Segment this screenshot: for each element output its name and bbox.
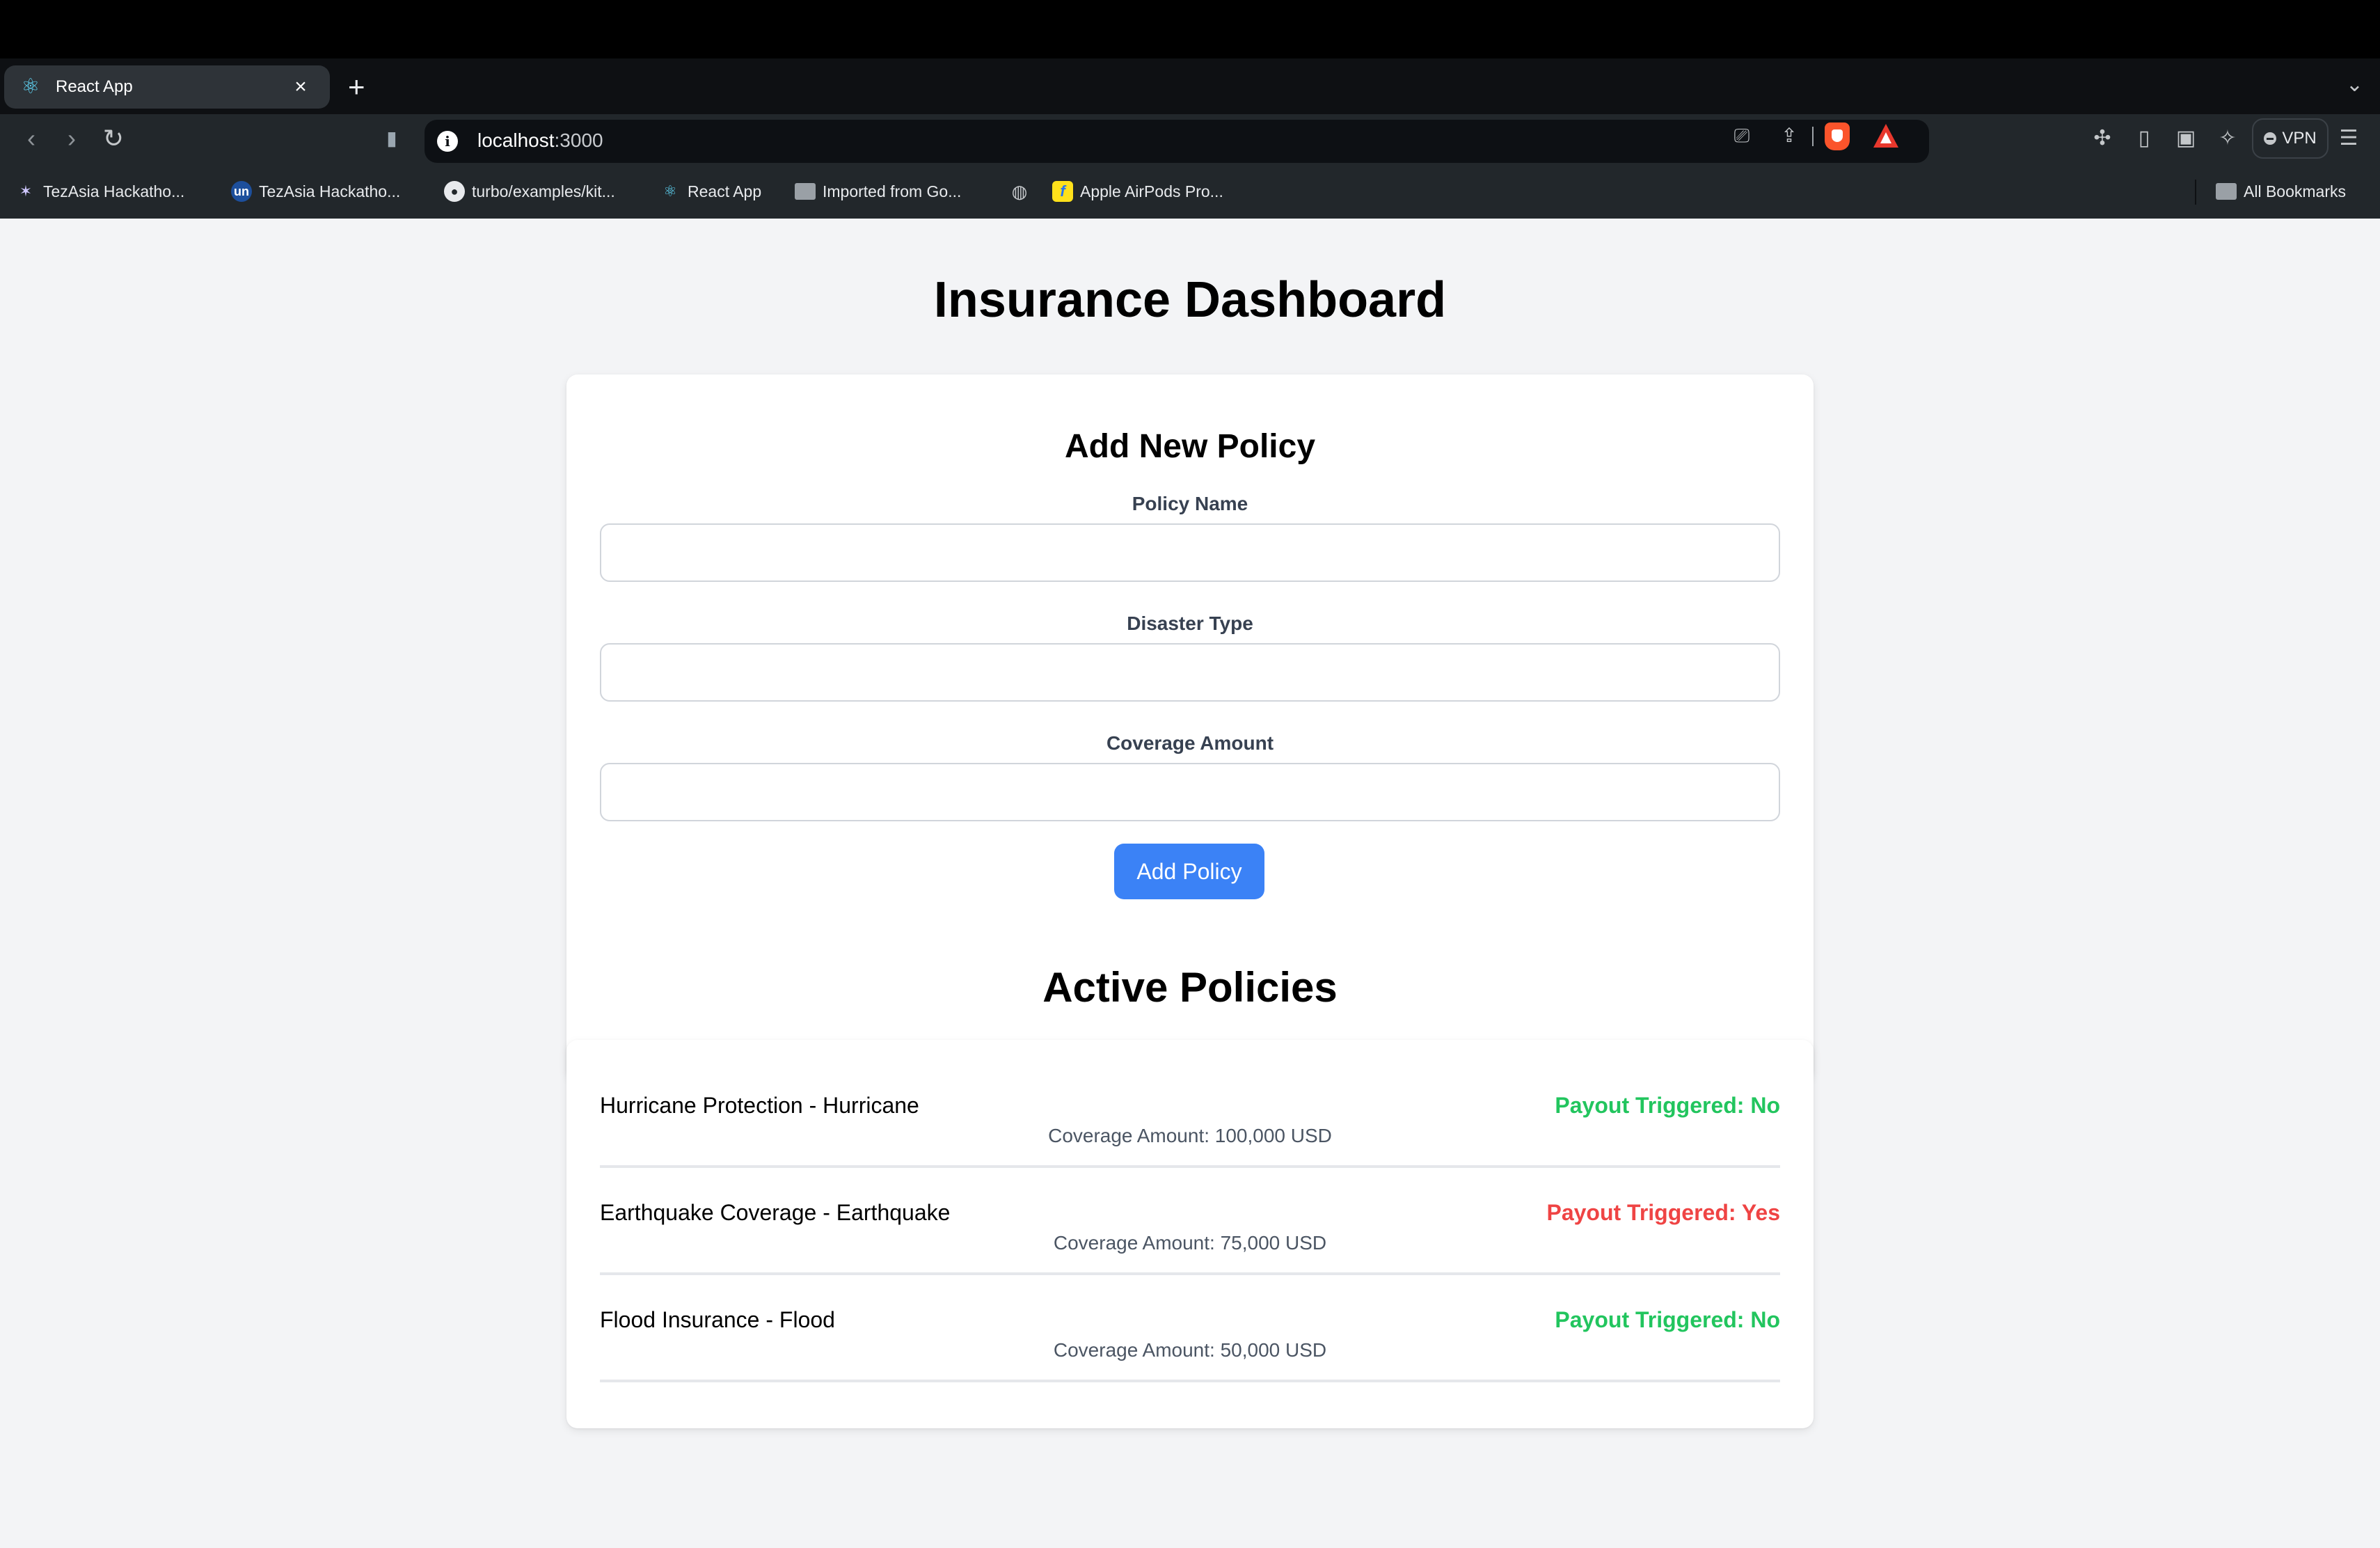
bookmarks-divider: [2195, 180, 2196, 205]
back-button[interactable]: ‹: [14, 121, 49, 156]
bookmark-item[interactable]: ● turbo/examples/kit...: [444, 180, 615, 203]
bookmark-item[interactable]: ⚛ React App: [660, 180, 761, 203]
coverage-amount: Coverage Amount: 100,000 USD: [1048, 1125, 1332, 1146]
extensions-icon[interactable]: ✣: [2089, 125, 2116, 152]
bookmark-label: Imported from Go...: [823, 182, 962, 200]
coverage-amount: Coverage Amount: 50,000 USD: [1053, 1339, 1327, 1361]
vpn-label: VPN: [2282, 129, 2317, 148]
address-bar[interactable]: i localhost:3000: [425, 120, 1929, 163]
bookmark-folder[interactable]: Imported from Go...: [795, 180, 961, 203]
share-icon[interactable]: ⇪: [1777, 124, 1801, 148]
tezasia-icon: ✶: [19, 182, 33, 200]
os-menu-bar: [0, 0, 2380, 58]
policy-row: Flood Insurance - Flood Payout Triggered…: [600, 1275, 1780, 1382]
browser-toolbar: ‹ › ↻ ▮ i localhost:3000 ⎚ ⇪ ✣ ▯ ▣ ✧ VPN…: [0, 114, 2380, 164]
unstop-icon: un: [231, 181, 252, 202]
disaster-type-label: Disaster Type: [1127, 613, 1253, 634]
tab-search-chevron-icon[interactable]: ⌄: [2346, 72, 2363, 97]
brave-rewards-icon[interactable]: [1873, 124, 1898, 148]
vpn-status-icon: [2264, 132, 2277, 145]
bookmark-label: React App: [688, 182, 762, 200]
menu-icon[interactable]: ☰: [2335, 125, 2362, 152]
payout-status: Payout Triggered: No: [1555, 1093, 1780, 1118]
url-text[interactable]: localhost:3000: [477, 129, 603, 152]
coverage-amount: Coverage Amount: 75,000 USD: [1053, 1232, 1327, 1254]
cast-icon[interactable]: ⎚: [1730, 124, 1754, 148]
policy-name-input[interactable]: [600, 523, 1780, 582]
policy-name-label: Policy Name: [1132, 493, 1248, 514]
flipkart-icon: f: [1052, 181, 1073, 202]
bookmark-label: turbo/examples/kit...: [472, 182, 615, 200]
bookmark-label: Apple AirPods Pro...: [1080, 182, 1223, 200]
page-content: Insurance Dashboard Add New Policy Polic…: [0, 219, 2380, 1548]
wallet-icon[interactable]: ▣: [2173, 125, 2199, 152]
folder-icon: [795, 183, 816, 200]
folder-icon: [2216, 183, 2237, 200]
policy-name: Hurricane Protection - Hurricane: [600, 1093, 919, 1118]
payout-status: Payout Triggered: Yes: [1546, 1200, 1780, 1225]
react-icon: ⚛: [663, 182, 677, 200]
sidebar-icon[interactable]: ▯: [2131, 125, 2157, 152]
bookmarks-bar: ✶ TezAsia Hackatho... un TezAsia Hackath…: [0, 164, 2380, 219]
all-bookmarks-folder[interactable]: All Bookmarks: [2216, 180, 2346, 203]
page-title: Insurance Dashboard: [933, 272, 1447, 328]
close-tab-icon[interactable]: ×: [287, 75, 315, 99]
all-bookmarks-label: All Bookmarks: [2244, 182, 2346, 200]
url-host: localhost: [477, 129, 555, 151]
payout-status: Payout Triggered: No: [1555, 1307, 1780, 1332]
tab-strip: ⚛ React App × + ⌄: [0, 58, 2380, 114]
coverage-amount-label: Coverage Amount: [1106, 732, 1274, 754]
bookmark-page-icon[interactable]: ▮: [374, 121, 409, 156]
form-heading: Add New Policy: [1064, 428, 1316, 465]
new-tab-button[interactable]: +: [348, 71, 365, 103]
policy-name: Flood Insurance - Flood: [600, 1307, 835, 1332]
globe-icon: ◍: [1011, 181, 1028, 202]
reload-button[interactable]: ↻: [96, 121, 131, 156]
bookmark-label: TezAsia Hackatho...: [259, 182, 401, 200]
bookmark-item[interactable]: f Apple AirPods Pro...: [1052, 180, 1223, 203]
site-info-icon[interactable]: i: [437, 131, 458, 152]
bookmark-label: TezAsia Hackatho...: [43, 182, 185, 200]
active-policies-heading: Active Policies: [1042, 964, 1338, 1011]
policies-list: Hurricane Protection - Hurricane Payout …: [566, 1040, 1814, 1428]
tab-title: React App: [56, 77, 133, 96]
bookmark-item[interactable]: ◍: [1009, 180, 1030, 203]
bookmark-item[interactable]: ✶ TezAsia Hackatho...: [15, 180, 184, 203]
vpn-button[interactable]: VPN: [2252, 118, 2329, 159]
add-policy-button[interactable]: Add Policy: [1114, 844, 1264, 899]
react-icon: ⚛: [21, 75, 40, 98]
omnibox-divider: [1812, 127, 1814, 146]
leo-ai-icon[interactable]: ✧: [2214, 125, 2241, 152]
url-port: :3000: [554, 129, 603, 151]
policy-row: Earthquake Coverage - Earthquake Payout …: [600, 1168, 1780, 1275]
policy-row: Hurricane Protection - Hurricane Payout …: [600, 1061, 1780, 1168]
coverage-amount-input[interactable]: [600, 763, 1780, 821]
policy-name: Earthquake Coverage - Earthquake: [600, 1200, 951, 1225]
forward-button[interactable]: ›: [54, 121, 89, 156]
github-icon: ●: [444, 181, 465, 202]
bookmark-item[interactable]: un TezAsia Hackatho...: [231, 180, 400, 203]
brave-shields-icon[interactable]: [1825, 123, 1850, 150]
disaster-type-input[interactable]: [600, 643, 1780, 702]
tab-react-app[interactable]: ⚛ React App ×: [4, 65, 330, 109]
